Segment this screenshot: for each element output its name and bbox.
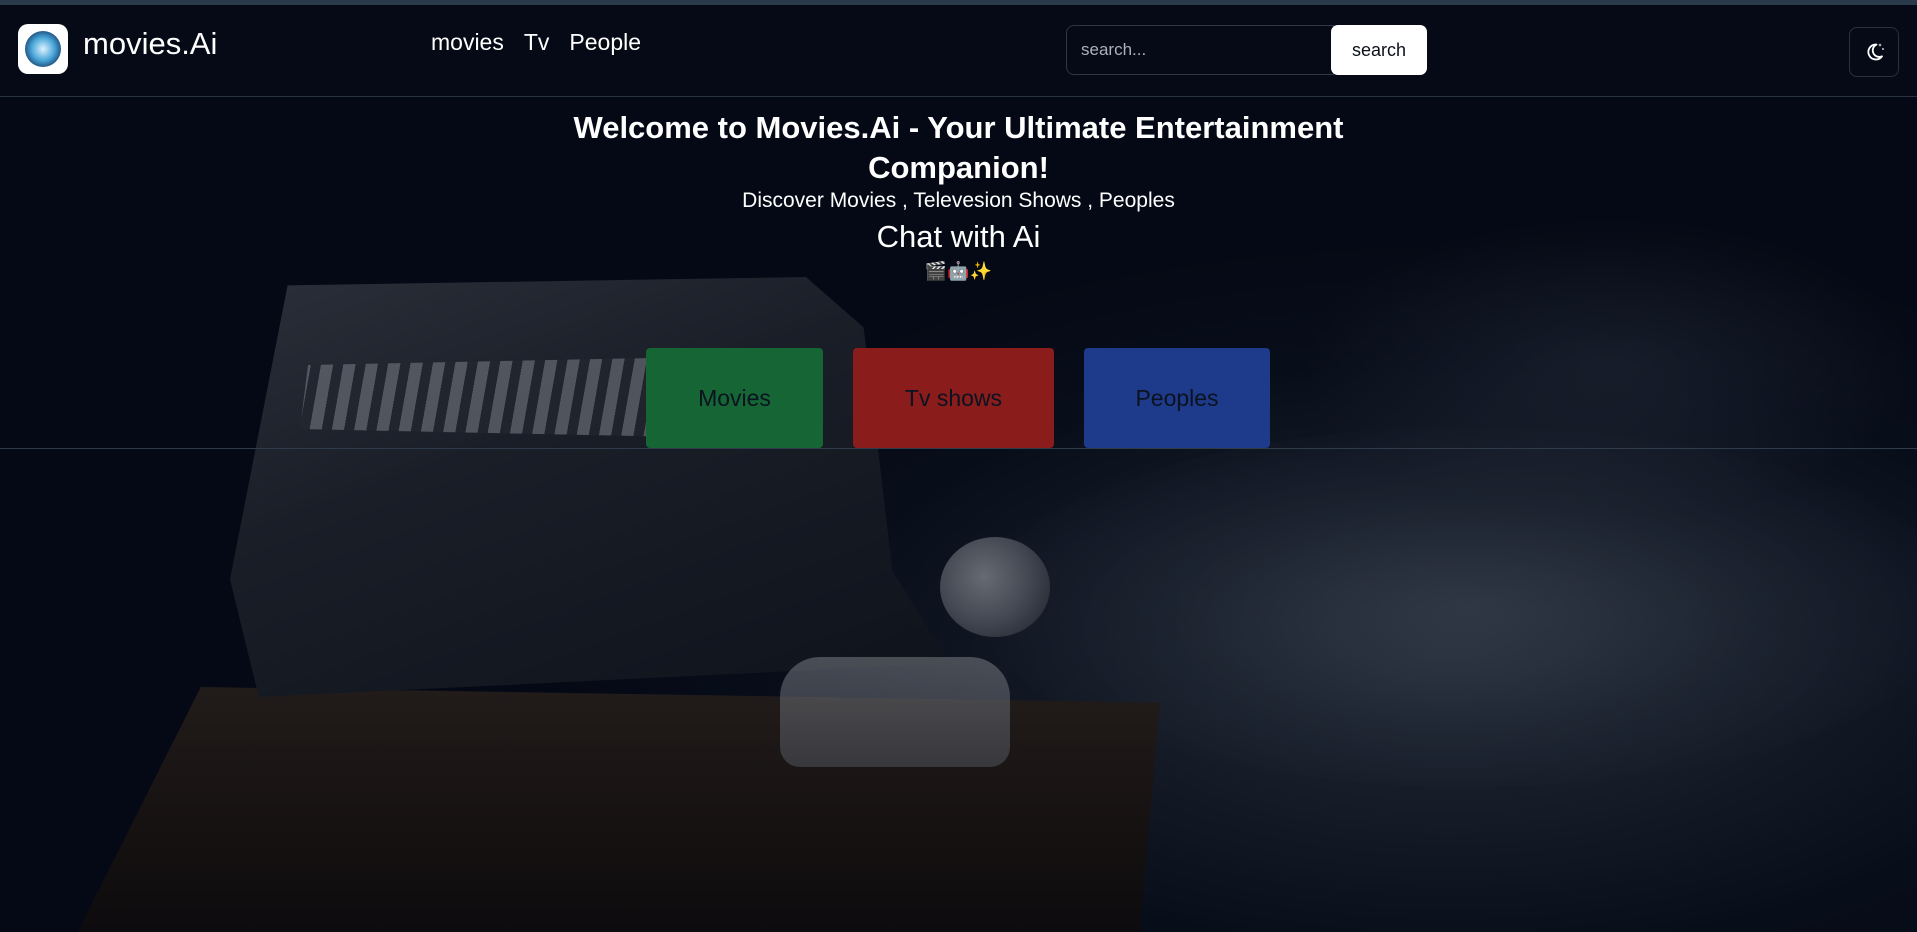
movies-ai-logo-icon	[25, 31, 61, 67]
tv-shows-category-button[interactable]: Tv shows	[853, 348, 1054, 448]
peoples-category-button[interactable]: Peoples	[1084, 348, 1270, 448]
theme-toggle-button[interactable]	[1849, 27, 1899, 77]
nav-link-tv[interactable]: Tv	[524, 29, 550, 56]
brand-name[interactable]: movies.Ai	[83, 26, 217, 62]
nav-link-movies[interactable]: movies	[431, 29, 504, 56]
hero-subtitle: Discover Movies , Televesion Shows , Peo…	[742, 189, 1175, 212]
nav-link-people[interactable]: People	[569, 29, 641, 56]
hero-title: Welcome to Movies.Ai - Your Ultimate Ent…	[573, 110, 1344, 185]
moon-stars-icon	[1867, 43, 1884, 61]
navbar: movies.Ai movies Tv People search	[0, 5, 1917, 97]
nav-links: movies Tv People	[431, 29, 641, 56]
hero-chat-heading: Chat with Ai	[876, 219, 1041, 254]
search-button[interactable]: search	[1331, 25, 1427, 75]
movies-category-button[interactable]: Movies	[646, 348, 823, 448]
hero-emojis: 🎬🤖✨	[924, 261, 993, 281]
search-input[interactable]	[1066, 25, 1334, 75]
logo[interactable]	[18, 24, 68, 74]
